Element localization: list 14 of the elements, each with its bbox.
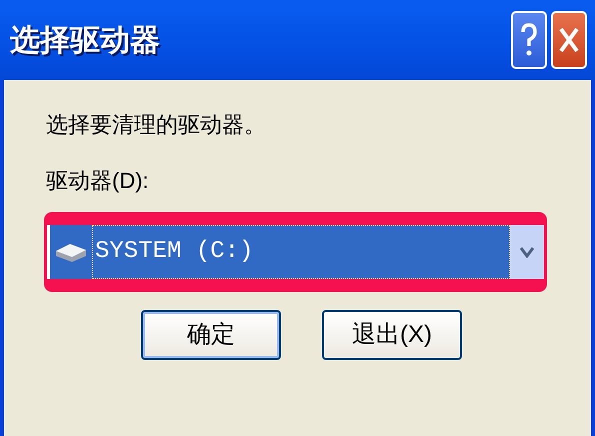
help-button[interactable]: [511, 11, 547, 69]
dropdown-button[interactable]: [510, 225, 544, 279]
hard-drive-icon: [54, 241, 88, 263]
prompt-text: 选择要清理的驱动器。: [46, 114, 267, 136]
help-icon: [520, 22, 538, 58]
drive-label: 驱动器(D):: [46, 170, 150, 192]
dialog-button[interactable]: 退出(X): [322, 310, 462, 360]
selected-drive: SYSTEM (C:): [92, 225, 510, 279]
window-title: 选择驱动器: [10, 22, 160, 58]
drive-dropdown[interactable]: SYSTEM (C:): [47, 225, 544, 279]
close-icon: [558, 26, 580, 54]
close-button[interactable]: [551, 11, 587, 69]
chevron-down-icon: [519, 246, 535, 258]
dialog-button[interactable]: 确定: [141, 310, 281, 360]
